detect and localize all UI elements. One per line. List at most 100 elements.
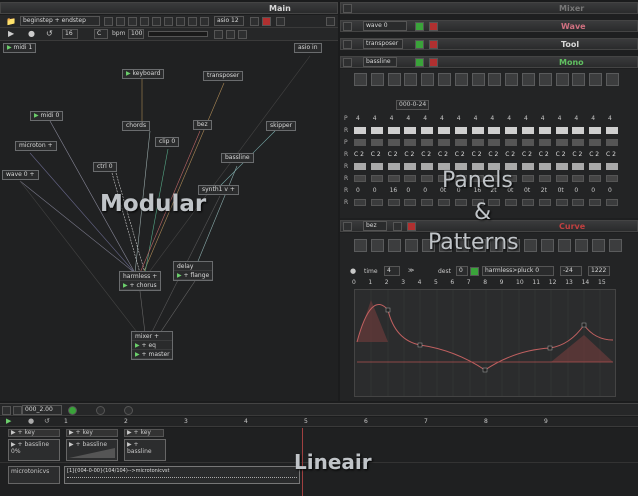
mono-note-cell[interactable]: C 2 <box>488 151 498 158</box>
mono-pattern-label[interactable]: 000-0-24 <box>396 100 430 110</box>
chords-node[interactable]: chords <box>122 121 151 131</box>
mono-accent-cell[interactable] <box>522 139 534 146</box>
mono-note-cell[interactable]: C 2 <box>421 151 431 158</box>
main-extra-button[interactable] <box>276 17 285 26</box>
mono-accent-cell[interactable] <box>370 139 383 146</box>
mono-step-toggle[interactable] <box>589 73 603 86</box>
mono-slide-cell[interactable] <box>572 163 585 170</box>
mono-play-button[interactable] <box>415 58 424 67</box>
mono-gate-cell[interactable] <box>370 127 383 134</box>
loop-button[interactable] <box>140 17 149 26</box>
curve-close-button[interactable] <box>343 222 352 231</box>
micro-track-label[interactable]: microtonicvs <box>8 466 60 484</box>
play-icon[interactable]: ▶ <box>8 29 14 38</box>
mono-gate-cell[interactable] <box>471 127 484 134</box>
mono-gate-cell[interactable] <box>454 127 467 134</box>
mono-value-cell[interactable]: 0 <box>591 187 595 194</box>
bassline-clip-3[interactable]: ▶ + bassline <box>124 439 166 461</box>
mono-row-number[interactable]: 4 <box>423 115 427 122</box>
mono-extra-cell[interactable] <box>404 199 417 206</box>
mono-value-cell[interactable]: 16 <box>390 187 398 194</box>
curve-step-box[interactable] <box>388 239 401 252</box>
bpm-input[interactable]: 100 <box>128 29 144 39</box>
folder-icon[interactable]: 📁 <box>6 17 16 26</box>
timeline-close-button[interactable] <box>2 406 11 415</box>
mono-step-toggle[interactable] <box>572 73 586 86</box>
tool-titlebar[interactable]: transposer Tool <box>340 38 638 50</box>
transposer-node[interactable]: transposer <box>203 71 244 81</box>
tool-play-button[interactable] <box>415 40 424 49</box>
grid-button[interactable] <box>164 17 173 26</box>
mono-accent-cell[interactable] <box>538 139 551 146</box>
curve-step-box[interactable] <box>575 239 588 252</box>
mono-row-number[interactable]: 4 <box>457 115 461 122</box>
mono-accent-cell[interactable] <box>555 139 568 146</box>
snap-button[interactable] <box>152 17 161 26</box>
mono-value-cell[interactable]: 0t <box>558 187 564 194</box>
mixer-block[interactable]: mixer + ▶ + eq ▶ + master <box>131 331 173 360</box>
curve-time-next-icon[interactable]: ≫ <box>408 267 414 274</box>
mono-step-toggle[interactable] <box>354 73 367 86</box>
mono-note-cell[interactable]: C 2 <box>606 151 616 158</box>
mono-extra-cell[interactable] <box>572 199 585 206</box>
mono-gate-cell[interactable] <box>538 127 551 134</box>
mono-label-box[interactable]: bassline <box>363 57 397 67</box>
mono-value-cell[interactable]: 0t <box>524 187 530 194</box>
timeline-loop-button[interactable] <box>124 406 133 415</box>
timeline-option-button[interactable] <box>13 406 22 415</box>
mono-extra-cell[interactable] <box>606 199 618 206</box>
panic-button[interactable] <box>262 17 271 26</box>
curve-option-button[interactable] <box>393 222 402 231</box>
mono-slide-cell[interactable] <box>555 163 568 170</box>
mono-tie-cell[interactable] <box>370 175 383 182</box>
harmless-block[interactable]: harmless + ▶ + chorus <box>119 271 161 291</box>
mono-value-cell[interactable]: 0 <box>373 187 377 194</box>
mono-step-toggle[interactable] <box>438 73 451 86</box>
ctrl-node[interactable]: ctrl 0 <box>93 162 117 172</box>
mono-gate-cell[interactable] <box>606 127 618 134</box>
loop-icon[interactable]: ↺ <box>46 29 53 38</box>
steps-box[interactable]: 16 <box>62 29 78 39</box>
bassline-clip-2[interactable]: ▶ + bassline <box>66 439 118 461</box>
mono-row-number[interactable]: 4 <box>541 115 545 122</box>
tool-label-box[interactable]: transposer <box>363 39 403 49</box>
curve-dest-input[interactable]: 0 <box>456 266 468 276</box>
chorus-row[interactable]: ▶ + chorus <box>120 281 160 290</box>
mono-value-cell[interactable]: 0 <box>356 187 360 194</box>
mono-row-number[interactable]: 4 <box>524 115 528 122</box>
mono-gate-cell[interactable] <box>354 127 366 134</box>
mono-note-cell[interactable]: C 2 <box>371 151 381 158</box>
curve-mute-button[interactable] <box>407 222 416 231</box>
mono-accent-cell[interactable] <box>572 139 585 146</box>
curve-step-box[interactable] <box>524 239 537 252</box>
wave-label-box[interactable]: wave 0 <box>363 21 407 31</box>
mono-slide-cell[interactable] <box>606 163 618 170</box>
mono-slide-cell[interactable] <box>522 163 534 170</box>
mono-value-cell[interactable]: 0 <box>608 187 612 194</box>
track-key-box-3[interactable]: ▶ + key <box>124 429 164 437</box>
mono-extra-cell[interactable] <box>370 199 383 206</box>
mono-note-cell[interactable]: C 2 <box>572 151 582 158</box>
tool-close-button[interactable] <box>343 40 352 49</box>
mono-row-number[interactable]: 4 <box>390 115 394 122</box>
mono-row-number[interactable]: 4 <box>356 115 360 122</box>
mono-gate-cell[interactable] <box>572 127 585 134</box>
sync-button[interactable] <box>200 17 209 26</box>
timeline-play-button[interactable] <box>68 406 77 415</box>
curve-max-input[interactable]: 1222 <box>588 266 610 276</box>
delay-row[interactable]: delay <box>174 262 212 271</box>
mono-step-toggle[interactable] <box>606 73 619 86</box>
mono-accent-cell[interactable] <box>354 139 366 146</box>
mono-step-toggle[interactable] <box>471 73 485 86</box>
mono-row-number[interactable]: 4 <box>474 115 478 122</box>
mono-accent-cell[interactable] <box>387 139 400 146</box>
mono-step-toggle[interactable] <box>421 73 435 86</box>
timeline-ruler[interactable]: ▶ ● ↺ 123456789 <box>0 417 638 427</box>
mono-gate-cell[interactable] <box>421 127 434 134</box>
micro-clip[interactable]: [1]{004-0-00}(104/104)-->microtonicvst <box>64 466 300 484</box>
mono-row-number[interactable]: 4 <box>558 115 562 122</box>
curve-play-button[interactable] <box>470 267 479 276</box>
tempo-slider[interactable] <box>148 31 208 37</box>
mono-extra-cell[interactable] <box>438 199 450 206</box>
mono-step-toggle[interactable] <box>522 73 535 86</box>
